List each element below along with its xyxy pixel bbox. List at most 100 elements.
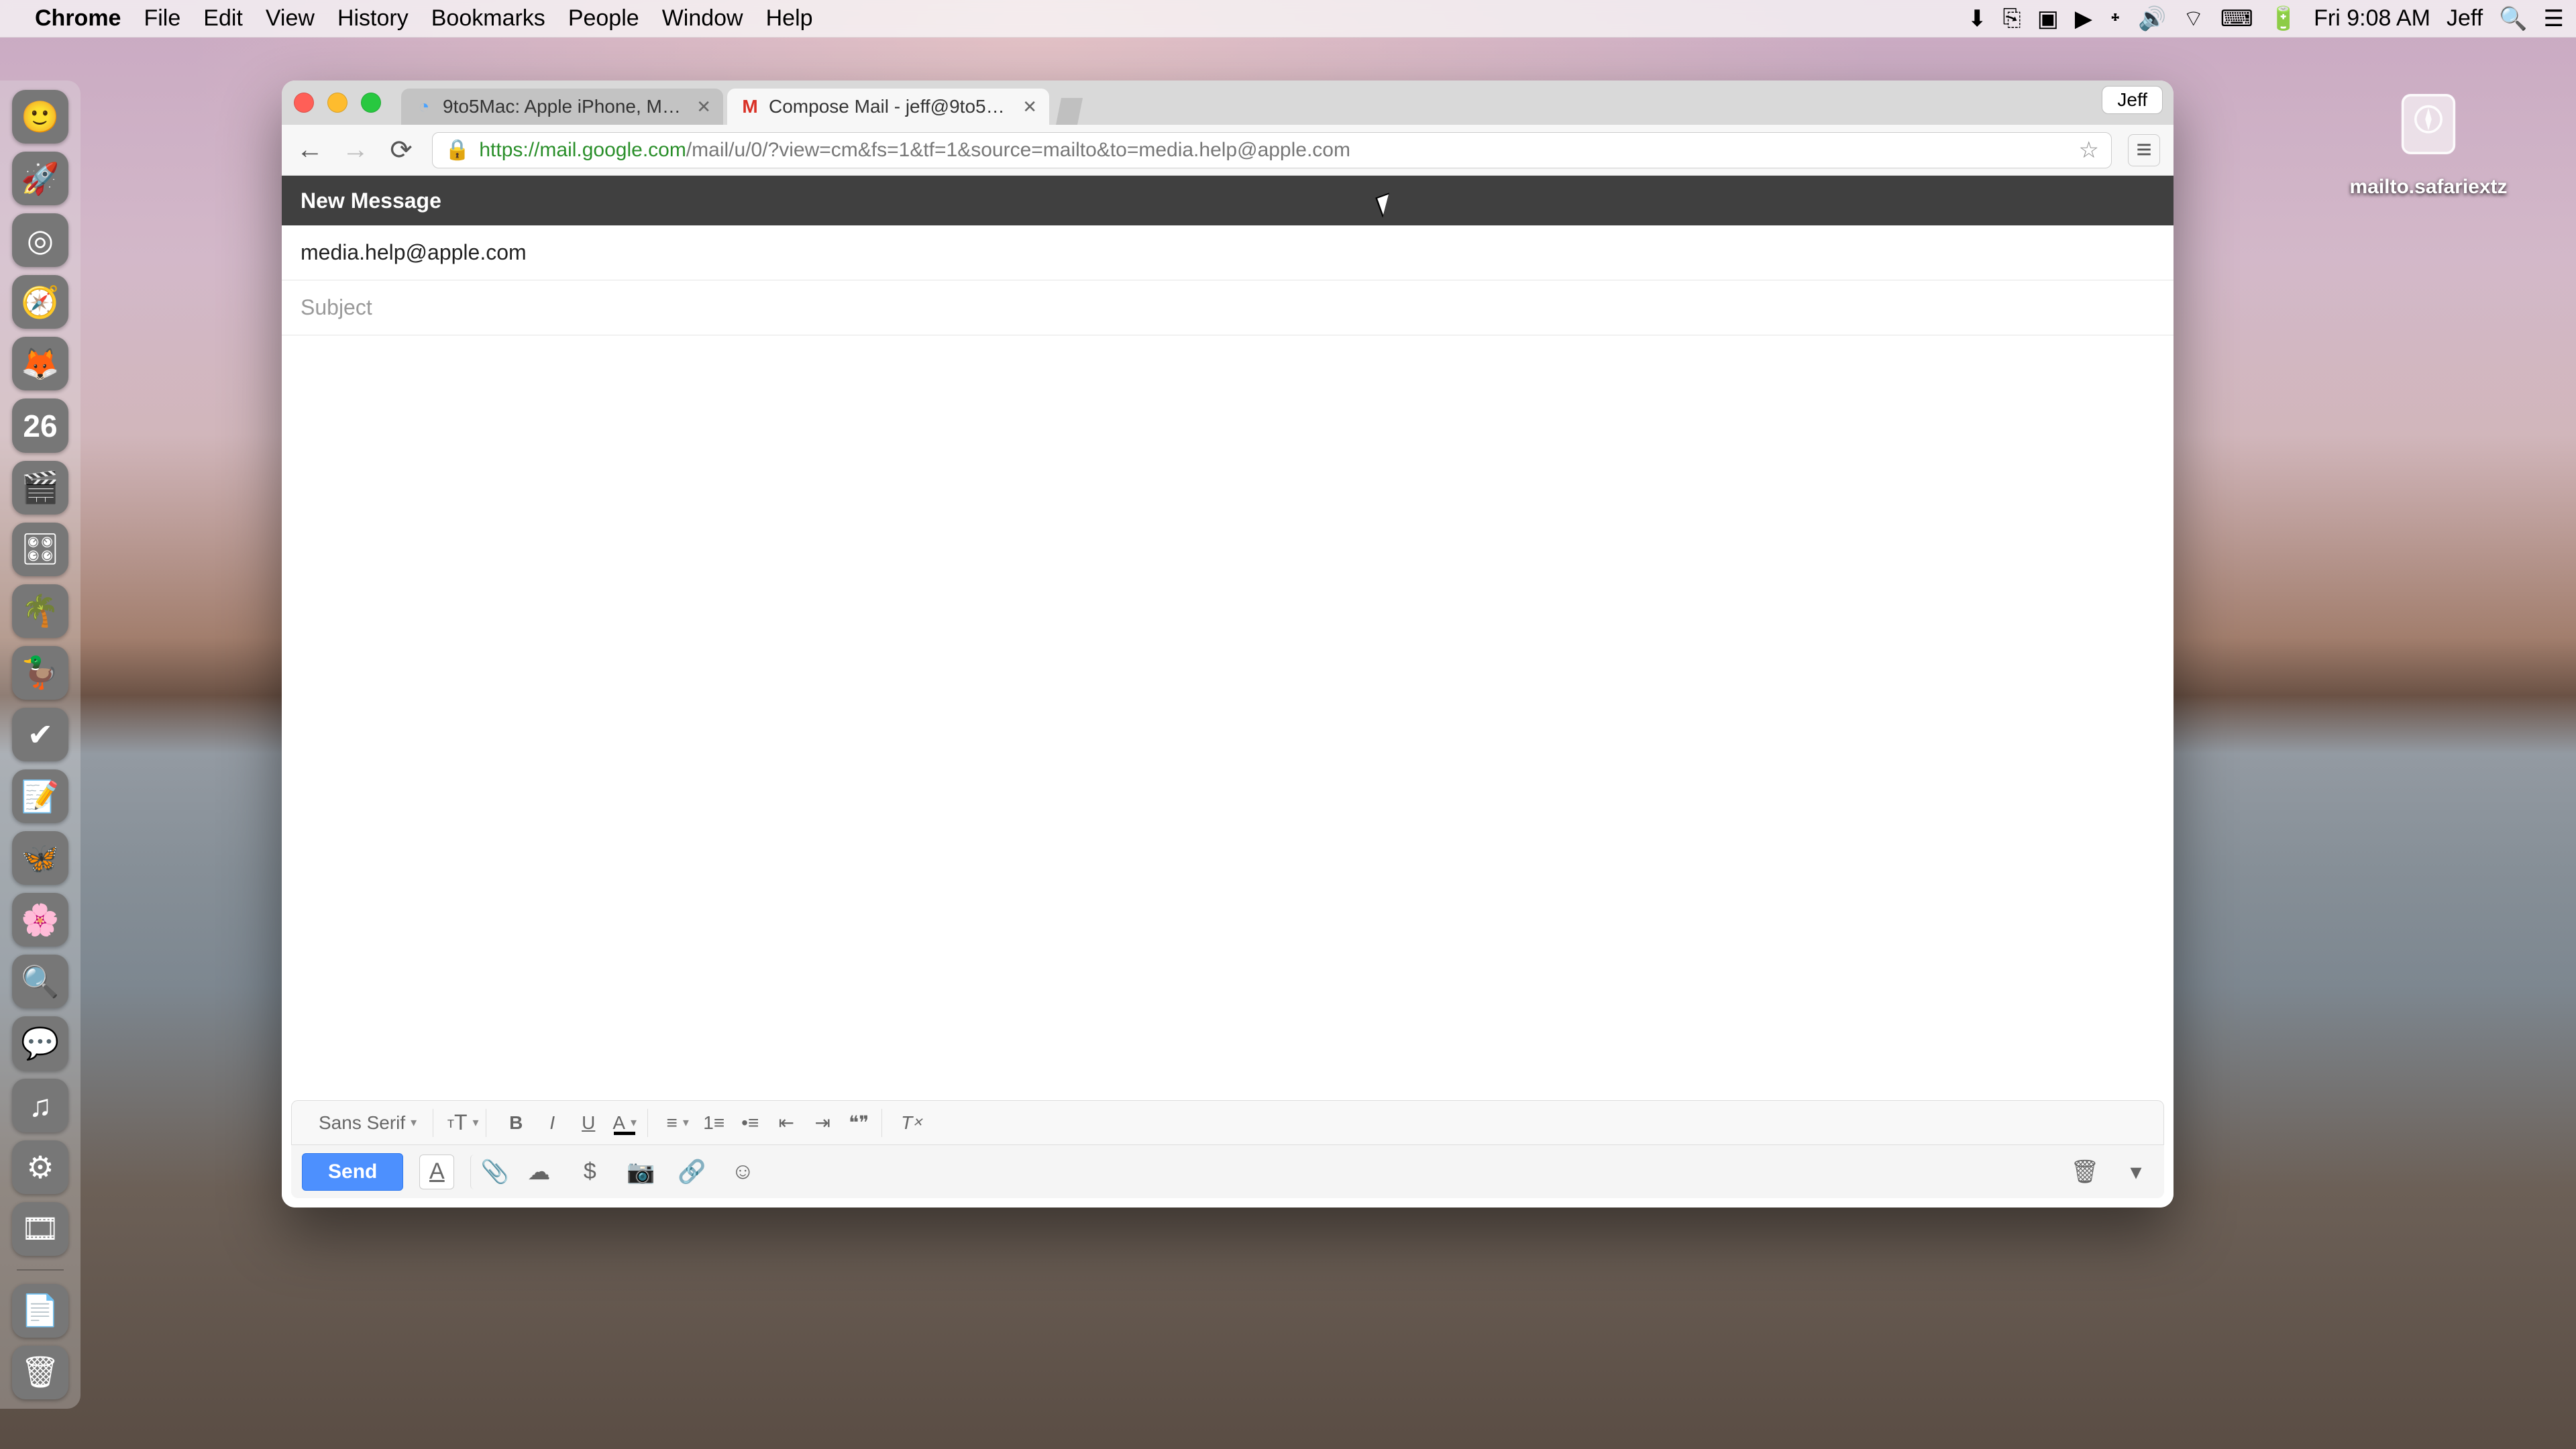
airplay-icon[interactable]: ▶: [2075, 5, 2092, 32]
gmail-compose: New Message media.help@apple.com Sans Se…: [282, 176, 2174, 1208]
toggle-formatting-button[interactable]: A: [419, 1155, 454, 1189]
dock-itunes[interactable]: ♫: [12, 1079, 68, 1132]
insert-money-button[interactable]: $: [572, 1155, 607, 1189]
dock-calendar[interactable]: 26: [12, 398, 68, 452]
menubar-clock[interactable]: Fri 9:08 AM: [2314, 5, 2430, 32]
dock-cyberduck[interactable]: 🦆: [12, 646, 68, 700]
dock-separator: [17, 1269, 64, 1271]
menu-help[interactable]: Help: [766, 5, 813, 32]
omnibox[interactable]: 🔒 https://mail.google.com/mail/u/0/?view…: [432, 132, 2112, 168]
dock: 🙂 🚀 ◎ 🧭 🦊 26 🎬 🎛 🌴 🦆 ✔ 📝 🦋 🌸 🔍 💬 ♫ ⚙ 🎞 📄…: [0, 80, 80, 1409]
wifi-icon[interactable]: ⌔: [2183, 4, 2204, 33]
menu-edit[interactable]: Edit: [203, 5, 243, 32]
bookmark-star-icon[interactable]: ☆: [2079, 137, 2099, 164]
battery-icon[interactable]: 🔋: [2269, 5, 2298, 32]
window-minimize-button[interactable]: [327, 93, 347, 113]
caret-down-icon: ▾: [631, 1116, 637, 1130]
window-close-button[interactable]: [294, 93, 314, 113]
desktop-file[interactable]: mailto.safariextz: [2348, 80, 2509, 199]
dock-messages[interactable]: 💬: [12, 1016, 68, 1070]
dock-firefox[interactable]: 🦊: [12, 337, 68, 390]
tab-title: 9to5Mac: Apple iPhone, M…: [443, 96, 688, 117]
dock-things[interactable]: ✔: [12, 708, 68, 761]
remove-formatting-button[interactable]: T✕: [896, 1107, 928, 1139]
nav-forward-button[interactable]: →: [341, 136, 370, 165]
indent-less-button[interactable]: ⇤: [770, 1107, 802, 1139]
compose-subject-input[interactable]: [301, 295, 2155, 320]
menu-window[interactable]: Window: [662, 5, 743, 32]
quote-button[interactable]: ❝❞: [843, 1107, 875, 1139]
notification-center-icon[interactable]: ☰: [2544, 5, 2564, 32]
menubar-username[interactable]: Jeff: [2447, 5, 2483, 32]
align-button[interactable]: ≡▾: [661, 1107, 694, 1139]
insert-photo-button[interactable]: 📷: [623, 1155, 658, 1189]
send-button[interactable]: Send: [302, 1153, 403, 1191]
nav-reload-button[interactable]: ⟳: [386, 136, 416, 165]
tab-9to5mac[interactable]: ◔ 9to5Mac: Apple iPhone, M… ✕: [401, 89, 723, 125]
compose-to-field[interactable]: media.help@apple.com: [282, 225, 2174, 280]
dock-butterfly[interactable]: 🦋: [12, 831, 68, 885]
compose-header: New Message: [282, 176, 2174, 225]
dock-safari[interactable]: 🧭: [12, 275, 68, 329]
bullet-list-button[interactable]: •≡: [734, 1107, 766, 1139]
keyboard-input-icon[interactable]: ⌨︎: [2220, 5, 2253, 32]
menu-history[interactable]: History: [337, 5, 409, 32]
favicon-9to5mac-icon: ◔: [413, 96, 435, 117]
font-family-dropdown[interactable]: Sans Serif ▾: [309, 1107, 426, 1139]
dock-trash[interactable]: 🗑: [12, 1346, 68, 1399]
onepassword-icon[interactable]: ⎘: [2003, 5, 2021, 32]
font-size-dropdown[interactable]: тT▾: [447, 1107, 479, 1139]
chrome-tabstrip: ◔ 9to5Mac: Apple iPhone, M… ✕ M Compose …: [282, 80, 2174, 125]
caret-down-icon: ▾: [473, 1116, 479, 1130]
spotlight-icon[interactable]: 🔍: [2499, 5, 2527, 32]
omnibox-url: https://mail.google.com/mail/u/0/?view=c…: [479, 139, 2069, 162]
insert-emoji-button[interactable]: ☺: [725, 1155, 760, 1189]
window-zoom-button[interactable]: [361, 93, 381, 113]
menu-file[interactable]: File: [144, 5, 180, 32]
font-family-label: Sans Serif: [319, 1112, 405, 1134]
insert-drive-button[interactable]: ☁︎: [521, 1155, 556, 1189]
tab-compose-mail[interactable]: M Compose Mail - jeff@9to5… ✕: [727, 89, 1049, 125]
dock-quicktime[interactable]: 🎞: [12, 1202, 68, 1256]
text-color-button[interactable]: A▾: [608, 1107, 641, 1139]
dock-finder[interactable]: 🙂: [12, 90, 68, 144]
chrome-menu-button[interactable]: ≡: [2128, 134, 2160, 166]
dock-final-cut-pro[interactable]: 🎬: [12, 461, 68, 515]
menu-view[interactable]: View: [266, 5, 315, 32]
dock-launchpad[interactable]: 🚀: [12, 152, 68, 205]
insert-link-button[interactable]: 🔗: [674, 1155, 709, 1189]
more-options-button[interactable]: ▾: [2118, 1155, 2153, 1189]
dock-downloads[interactable]: 📄: [12, 1284, 68, 1338]
italic-button[interactable]: I: [536, 1107, 568, 1139]
new-tab-button[interactable]: [1056, 98, 1083, 125]
compose-subject-field[interactable]: [282, 280, 2174, 335]
dropbox-icon[interactable]: ⬇︎: [1968, 5, 1987, 32]
dock-photos[interactable]: 🌸: [12, 893, 68, 947]
compose-to-value: media.help@apple.com: [301, 240, 527, 264]
numbered-list-button[interactable]: 1≡: [698, 1107, 730, 1139]
tab-title: Compose Mail - jeff@9to5…: [769, 96, 1014, 117]
menubar-app-name[interactable]: Chrome: [35, 5, 121, 32]
tab-close-icon[interactable]: ✕: [1022, 97, 1037, 117]
dock-system-preferences[interactable]: ⚙: [12, 1140, 68, 1194]
menu-people[interactable]: People: [568, 5, 639, 32]
dock-logic-pro[interactable]: 🎛: [12, 523, 68, 576]
underline-button[interactable]: U: [572, 1107, 604, 1139]
discard-draft-button[interactable]: 🗑: [2068, 1155, 2102, 1189]
chrome-profile-badge[interactable]: Jeff: [2102, 86, 2163, 114]
menu-bookmarks[interactable]: Bookmarks: [431, 5, 545, 32]
dock-chrome[interactable]: ◎: [12, 213, 68, 267]
tab-close-icon[interactable]: ✕: [696, 97, 711, 117]
dock-detectx[interactable]: 🔍: [12, 955, 68, 1008]
nav-back-button[interactable]: ←: [295, 136, 325, 165]
compose-body[interactable]: [282, 335, 2174, 1100]
dock-iphoto[interactable]: 🌴: [12, 584, 68, 638]
bluetooth-icon[interactable]: ᛭: [2108, 5, 2122, 32]
bold-button[interactable]: B: [500, 1107, 532, 1139]
volume-icon[interactable]: 🔊: [2138, 5, 2166, 32]
dock-notes[interactable]: 📝: [12, 769, 68, 823]
attach-file-button[interactable]: 📎: [470, 1155, 505, 1189]
safariextz-icon: [2385, 80, 2472, 168]
screenrec-icon[interactable]: ▣: [2037, 5, 2059, 32]
indent-more-button[interactable]: ⇥: [806, 1107, 839, 1139]
